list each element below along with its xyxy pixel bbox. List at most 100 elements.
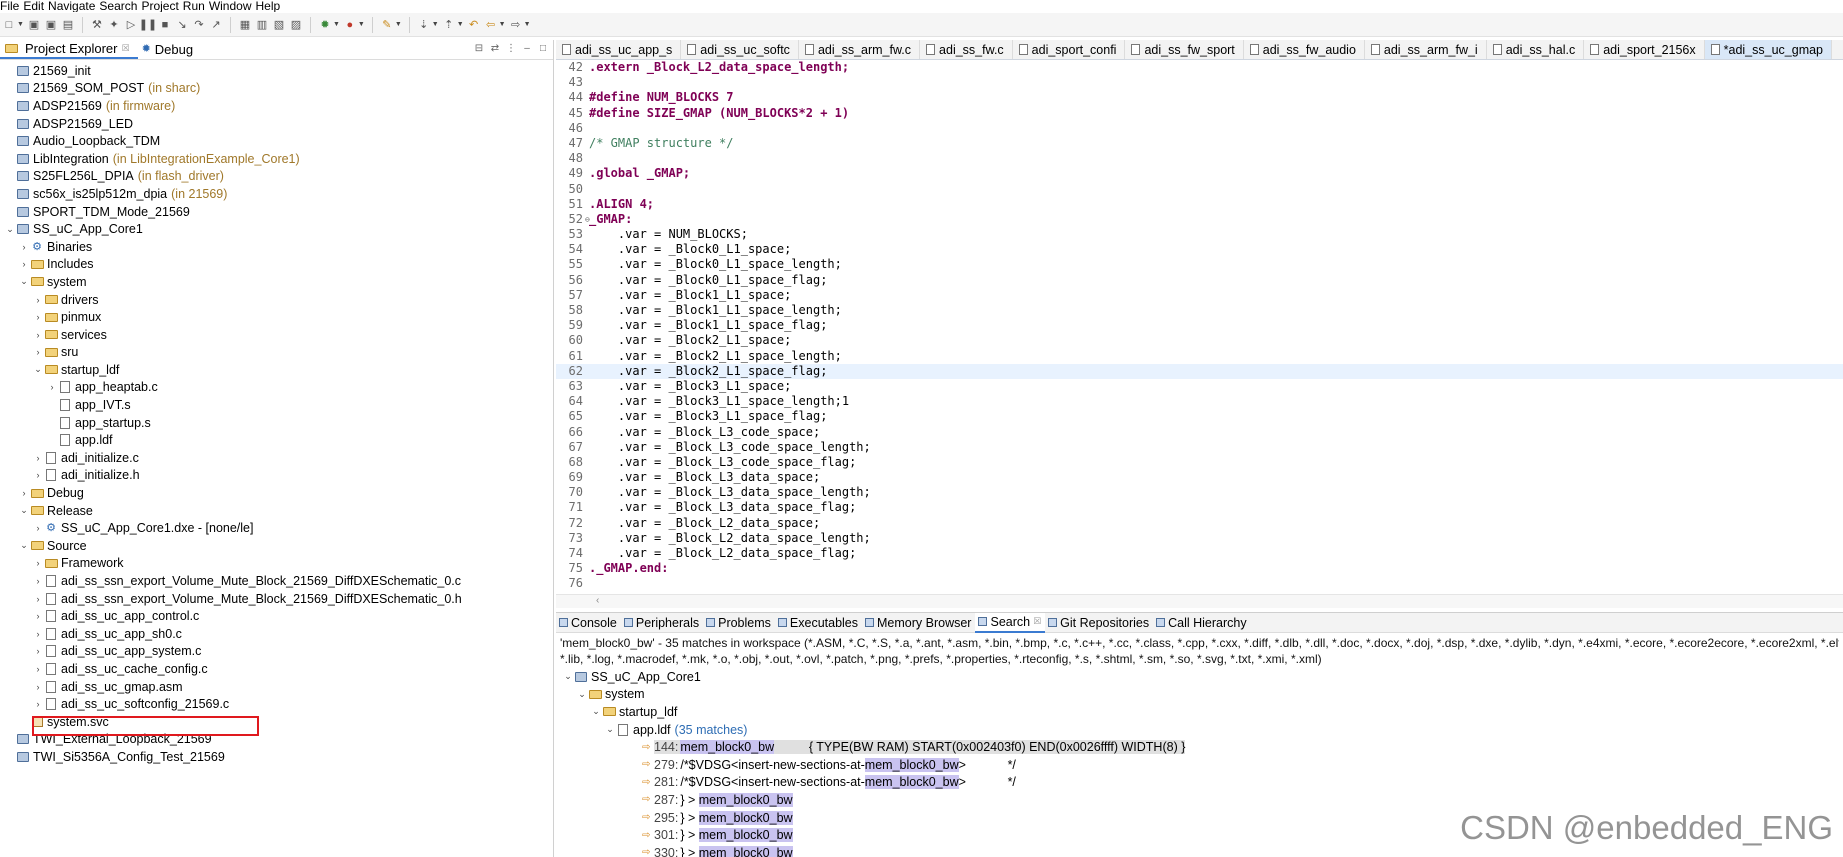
tree-item[interactable]: LibIntegration (in LibIntegrationExample_… bbox=[0, 150, 553, 168]
result-tree-item[interactable]: ⌄ SS_uC_App_Core1 bbox=[556, 668, 1843, 686]
tree-item[interactable]: ADSP21569_LED bbox=[0, 115, 553, 133]
expanded-chevron-icon[interactable]: ⌄ bbox=[604, 724, 616, 735]
save-all-icon[interactable]: ▣ bbox=[44, 18, 58, 32]
tree-item[interactable]: › adi_ss_uc_gmap.asm bbox=[0, 678, 553, 696]
save-icon[interactable]: ▣ bbox=[27, 18, 41, 32]
new-dropdown-icon[interactable]: ▼ bbox=[17, 21, 24, 28]
tab-console[interactable]: Console bbox=[556, 613, 621, 633]
collapsed-chevron-icon[interactable]: › bbox=[32, 470, 44, 480]
collapsed-chevron-icon[interactable]: › bbox=[18, 259, 30, 269]
expressions-icon[interactable]: ▨ bbox=[289, 18, 303, 32]
run-dropdown-icon[interactable]: ▼ bbox=[358, 21, 365, 28]
disassembly-icon[interactable]: ▧ bbox=[272, 18, 286, 32]
collapsed-chevron-icon[interactable]: › bbox=[18, 488, 30, 498]
run-config-icon[interactable]: ● bbox=[343, 18, 357, 32]
tab-debug[interactable]: ✹ Debug bbox=[138, 39, 202, 59]
expanded-chevron-icon[interactable]: ⌄ bbox=[18, 505, 30, 516]
editor-tab[interactable]: adi_ss_fw_sport bbox=[1125, 40, 1244, 59]
view-menu-icon[interactable]: ⋮ bbox=[505, 43, 517, 55]
tree-item[interactable]: › adi_ss_uc_app_control.c bbox=[0, 607, 553, 625]
menu-edit[interactable]: Edit bbox=[21, 0, 48, 12]
collapsed-chevron-icon[interactable]: › bbox=[32, 682, 44, 692]
menu-file[interactable]: File bbox=[0, 0, 23, 12]
back-dropdown-icon[interactable]: ▼ bbox=[499, 21, 506, 28]
editor-tab[interactable]: adi_sport_2156x bbox=[1584, 40, 1705, 59]
tree-item[interactable]: › adi_ss_ssn_export_Volume_Mute_Block_215… bbox=[0, 590, 553, 608]
tree-item[interactable]: ⌄ Release bbox=[0, 502, 553, 520]
tab-search[interactable]: Search ☒ bbox=[975, 612, 1046, 633]
editor-tab[interactable]: adi_ss_uc_app_s bbox=[556, 40, 682, 59]
step-return-icon[interactable]: ↗ bbox=[209, 18, 223, 32]
tree-item[interactable]: 21569_init bbox=[0, 62, 553, 80]
minimize-icon[interactable]: – bbox=[521, 43, 533, 55]
next-annotation-dropdown-icon[interactable]: ▼ bbox=[432, 21, 439, 28]
collapsed-chevron-icon[interactable]: › bbox=[46, 382, 58, 392]
tree-item[interactable]: › services bbox=[0, 326, 553, 344]
link-editor-icon[interactable]: ⇄ bbox=[489, 43, 501, 55]
editor-tab[interactable]: adi_ss_arm_fw.c bbox=[799, 40, 921, 59]
collapse-all-icon[interactable]: ⊟ bbox=[473, 43, 485, 55]
tree-item[interactable]: TWI_External_Loopback_21569 bbox=[0, 731, 553, 749]
tree-item[interactable]: › Framework bbox=[0, 555, 553, 573]
collapsed-chevron-icon[interactable]: › bbox=[32, 312, 44, 322]
tree-item[interactable]: TWI_Si5356A_Config_Test_21569 bbox=[0, 748, 553, 766]
collapsed-chevron-icon[interactable]: › bbox=[32, 453, 44, 463]
collapsed-chevron-icon[interactable]: › bbox=[32, 629, 44, 639]
editor-tab[interactable]: adi_sport_confi bbox=[1013, 40, 1126, 59]
prev-annotation-icon[interactable]: ⇡ bbox=[442, 18, 456, 32]
editor-tab[interactable]: adi_ss_arm_fw_i bbox=[1365, 40, 1487, 59]
collapsed-chevron-icon[interactable]: › bbox=[32, 558, 44, 568]
search-match-row[interactable]: ⇨ 281:/*$VDSG<insert-new-sections-at-mem_… bbox=[556, 774, 1843, 792]
debug-dropdown-icon[interactable]: ▼ bbox=[333, 21, 340, 28]
debug-icon[interactable]: ✹ bbox=[318, 18, 332, 32]
tree-item[interactable]: 21569_SOM_POST (in sharc) bbox=[0, 80, 553, 98]
back-icon[interactable]: ⇦ bbox=[484, 18, 498, 32]
menu-window[interactable]: Window bbox=[207, 0, 256, 12]
register-icon[interactable]: ▥ bbox=[255, 18, 269, 32]
tree-item[interactable]: › app_heaptab.c bbox=[0, 379, 553, 397]
collapsed-chevron-icon[interactable]: › bbox=[32, 646, 44, 656]
step-over-icon[interactable]: ↷ bbox=[192, 18, 206, 32]
collapsed-chevron-icon[interactable]: › bbox=[32, 295, 44, 305]
tree-item[interactable]: › sru bbox=[0, 344, 553, 362]
expanded-chevron-icon[interactable]: ⌄ bbox=[576, 689, 588, 700]
tab-executables[interactable]: Executables bbox=[775, 613, 862, 633]
tree-item[interactable]: › adi_ss_uc_softconfig_21569.c bbox=[0, 695, 553, 713]
tree-item[interactable]: app_startup.s bbox=[0, 414, 553, 432]
next-annotation-icon[interactable]: ⇣ bbox=[417, 18, 431, 32]
search-match-row[interactable]: ⇨ 287:} > mem_block0_bw bbox=[556, 791, 1843, 809]
collapsed-chevron-icon[interactable]: › bbox=[32, 576, 44, 586]
tree-item[interactable]: › pinmux bbox=[0, 308, 553, 326]
tree-item[interactable]: › ⚙ Binaries bbox=[0, 238, 553, 256]
search-match-row[interactable]: ⇨ 279:/*$VDSG<insert-new-sections-at-mem_… bbox=[556, 756, 1843, 774]
collapsed-chevron-icon[interactable]: › bbox=[32, 664, 44, 674]
tree-item[interactable]: › adi_ss_ssn_export_Volume_Mute_Block_215… bbox=[0, 572, 553, 590]
collapsed-chevron-icon[interactable]: › bbox=[18, 242, 30, 252]
last-edit-icon[interactable]: ↶ bbox=[467, 18, 481, 32]
result-tree-item[interactable]: ⌄ system bbox=[556, 686, 1843, 704]
scroll-left-icon[interactable]: ‹ bbox=[596, 595, 599, 606]
tree-item[interactable]: › Includes bbox=[0, 256, 553, 274]
result-tree-item[interactable]: ⌄ startup_ldf bbox=[556, 703, 1843, 721]
result-tree-item[interactable]: ⌄ app.ldf (35 matches) bbox=[556, 721, 1843, 739]
tab-git-repositories[interactable]: Git Repositories bbox=[1045, 613, 1153, 633]
external-tools-icon[interactable]: ✎ bbox=[380, 18, 394, 32]
tree-item[interactable]: app_IVT.s bbox=[0, 396, 553, 414]
close-icon[interactable]: ☒ bbox=[121, 43, 129, 54]
collapsed-chevron-icon[interactable]: › bbox=[32, 523, 44, 533]
forward-icon[interactable]: ⇨ bbox=[509, 18, 523, 32]
tree-item[interactable]: › adi_ss_uc_cache_config.c bbox=[0, 660, 553, 678]
tab-memory-browser[interactable]: Memory Browser bbox=[862, 613, 975, 633]
collapsed-chevron-icon[interactable]: › bbox=[32, 594, 44, 604]
collapsed-chevron-icon[interactable]: › bbox=[32, 347, 44, 357]
tree-item[interactable]: sc56x_is25lp512m_dpia (in 21569) bbox=[0, 185, 553, 203]
print-icon[interactable]: ▤ bbox=[61, 18, 75, 32]
tree-item[interactable]: › adi_ss_uc_app_system.c bbox=[0, 643, 553, 661]
expanded-chevron-icon[interactable]: ⌄ bbox=[32, 364, 44, 375]
menu-navigate[interactable]: Navigate bbox=[46, 0, 99, 12]
expanded-chevron-icon[interactable]: ⌄ bbox=[18, 276, 30, 287]
menu-project[interactable]: Project bbox=[139, 0, 182, 12]
collapsed-chevron-icon[interactable]: › bbox=[32, 699, 44, 709]
tree-item[interactable]: › drivers bbox=[0, 291, 553, 309]
forward-dropdown-icon[interactable]: ▼ bbox=[524, 21, 531, 28]
